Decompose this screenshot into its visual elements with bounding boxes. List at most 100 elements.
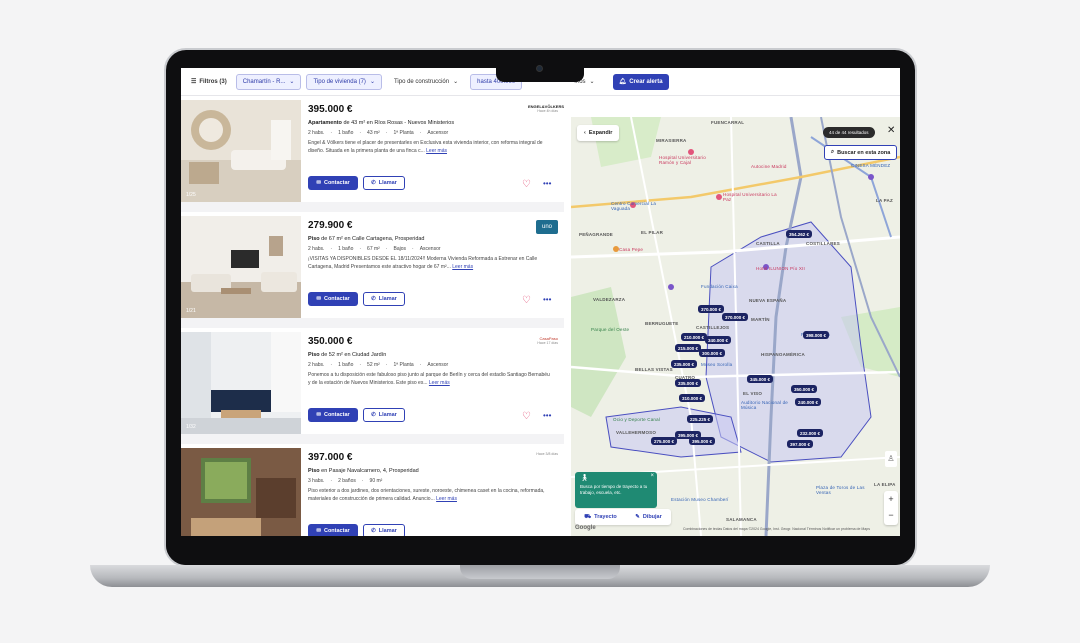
google-logo: Google [575,525,596,531]
read-more-link[interactable]: Leer más [426,148,447,154]
map-price-tag[interactable]: 210.000 € [681,333,708,341]
more-options-icon[interactable]: ••• [543,411,551,420]
map-poi[interactable]: Plaza de Toros de Las Ventas [816,485,876,495]
map-price-tag[interactable]: 215.000 € [675,344,702,352]
chip-housing-type[interactable]: Tipo de vivienda (7) ⌄ [306,73,382,90]
map-price-tag[interactable]: 240.000 € [795,398,822,406]
map-attribution[interactable]: Combinaciones de teclas Datos del mapa ©… [683,527,870,531]
trip-button[interactable]: ⛟ Trayecto [584,514,617,521]
map[interactable]: FUENCARRAL MIRASIERRA CASTILLA COSTILLAR… [571,117,900,536]
chip-construction-type[interactable]: Tipo de construcción ⌄ [386,73,466,90]
listing-title[interactable]: Apartamento de 43 m² en Ríos Rosas - Nue… [308,120,553,126]
map-price-tag[interactable]: 335.000 € [675,379,702,387]
contact-button[interactable]: ✉ Contactar [308,408,358,422]
map-price-tag[interactable]: 225.225 € [687,415,714,423]
map-price-tag[interactable]: 232.000 € [797,429,824,437]
call-label: Llamar [378,412,397,418]
create-alert-button[interactable]: 🔔︎ Crear alerta [612,73,669,90]
favorite-heart-icon[interactable]: ♡ [522,411,531,422]
zoom-in-button[interactable]: + [884,491,898,507]
map-poi[interactable]: Hospital Universitario Ramón y Cajal [659,155,719,165]
map-price-tag[interactable]: 235.000 € [671,360,698,368]
listing-features: 2 habs. · 1 baño · 43 m² · 1ª Planta · Ascen… [308,130,449,136]
map-label: EL PILAR [641,230,664,235]
map-price-tag[interactable]: 340.000 € [705,336,732,344]
read-more-link[interactable]: Leer más [429,380,450,386]
listing-card[interactable]: 1/32 350.000 € Piso de 52 m² en Ciudad J… [181,328,564,434]
filters-button[interactable]: ☰ Filtros (3) [187,78,231,86]
close-icon[interactable]: ✕ [887,125,895,136]
read-more-link[interactable]: Leer más [436,496,457,502]
call-button[interactable]: ✆ Llamar [363,176,405,190]
map-price-tag[interactable]: 275.000 € [651,437,678,445]
call-button[interactable]: ✆ Llamar [363,408,405,422]
listing-card[interactable]: 1/21 279.900 € Piso de 67 m² en Calle Ca… [181,212,564,318]
map-poi[interactable]: Centro Comercial La Vaguada [611,201,671,211]
laptop-base-notch [460,565,620,579]
map-poi[interactable]: Fundación Caixa [701,284,738,289]
map-price-tag[interactable]: 350.000 € [791,385,818,393]
call-button[interactable]: ✆ Llamar [363,292,405,306]
map-price-tag[interactable]: 310.000 € [679,394,706,402]
zoom-out-button[interactable]: − [884,507,898,523]
listing-body: 395.000 € Apartamento de 43 m² en Ríos R… [308,104,553,155]
listing-photo[interactable]: 1/25 [181,100,301,202]
listing-title[interactable]: Piso de 67 m² en Calle Cartagena, Prospe… [308,236,553,242]
search-area-button[interactable]: ⌕ Buscar en esta zona [824,145,898,160]
map-price-tag[interactable]: 398.000 € [803,331,830,339]
listing-photo[interactable]: 1/21 [181,216,301,318]
map-poi[interactable]: Estación Museo Chamberí [671,497,731,502]
laptop-chin [166,536,915,565]
close-icon[interactable]: × [650,473,654,479]
listing-description-text: Piso exterior a dos jardines, dos orient… [308,488,545,502]
map-poi[interactable]: Parque del Oeste [591,327,631,332]
agency-logo[interactable]: Hace 3/8 días [528,452,558,466]
map-poi[interactable]: Casa Pepe [619,247,643,252]
map-price-tag[interactable]: 370.000 € [698,305,725,313]
map-poi[interactable]: Hotel ILUNION Pío XII [756,266,805,271]
listing-card[interactable]: 397.000 € Piso en Pasaje Navalcarnero, 4… [181,444,564,536]
map-poi[interactable]: Museo Sorolla [701,362,732,367]
map-label: LA PAZ [876,198,893,203]
mail-icon: ✉ [316,296,321,302]
more-options-icon[interactable]: ••• [543,179,551,188]
read-more-link[interactable]: Leer más [452,264,473,270]
listing-photo[interactable]: 1/32 [181,332,301,434]
map-poi[interactable]: CINESA MÉNDEZ [851,163,890,168]
contact-button[interactable]: ✉ Contactar [308,524,358,536]
map-poi[interactable]: Autocine Madrid [751,164,787,169]
agency-logo[interactable]: ENGEL&VÖLKERS Hace 4h días [528,104,564,118]
map-poi[interactable]: Ocio y Deporte Canal [613,417,660,422]
chevron-down-icon: ⌄ [589,79,595,85]
listing-title-rest: de 67 m² en Calle Cartagena, Prosperidad [319,236,425,242]
map-poi[interactable]: Auditorio Nacional de Música [741,400,801,410]
map-price-tag[interactable]: 395.000 € [689,437,716,445]
map-price-tag[interactable]: 345.000 € [747,375,774,383]
agency-logo[interactable]: uno [536,220,558,234]
listing-title[interactable]: Piso en Pasaje Navalcarnero, 4, Prosperi… [308,468,553,474]
map-poi[interactable]: Hospital Universitario La Paz [723,192,783,202]
favorite-heart-icon[interactable]: ♡ [522,295,531,306]
map-price-tag[interactable]: 354.262 € [786,230,813,238]
contact-button[interactable]: ✉ Contactar [308,176,358,190]
listing-photo-image [181,448,301,536]
listing-title[interactable]: Piso de 52 m² en Ciudad Jardín [308,352,553,358]
draw-button[interactable]: ✎ Dibujar [635,514,662,520]
contact-label: Contactar [323,180,350,186]
map-price-tag[interactable]: 370.000 € [722,313,749,321]
listing-type: Piso [308,352,320,358]
listing-photo[interactable] [181,448,301,536]
expand-label: Expandir [588,130,613,136]
chip-location[interactable]: Chamartín - R... ⌄ [235,73,302,90]
expand-map-button[interactable]: ‹ Expandir [577,125,620,141]
street-view-icon[interactable]: ♙ [885,451,897,467]
contact-button[interactable]: ✉ Contactar [308,292,358,306]
more-options-icon[interactable]: ••• [543,295,551,304]
favorite-heart-icon[interactable]: ♡ [522,179,531,190]
map-price-tag[interactable]: 300.000 € [699,349,726,357]
call-button[interactable]: ✆ Llamar [363,524,405,536]
feature: 1 baño [338,130,354,136]
map-price-tag[interactable]: 397.000 € [787,440,814,448]
agency-logo[interactable]: CasaPaso Hace 17 días [528,336,558,350]
listing-card[interactable]: 1/25 395.000 € Apartamento de 43 m² en R… [181,96,564,202]
